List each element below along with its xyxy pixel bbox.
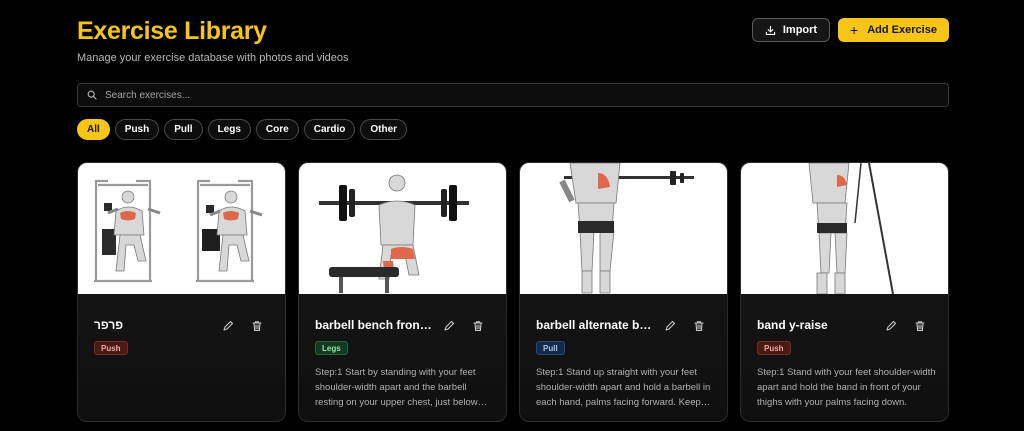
filter-chips: All Push Pull Legs Core Cardio Other [77, 119, 408, 140]
add-exercise-button-label: Add Exercise [867, 24, 937, 36]
filter-chip-pull[interactable]: Pull [164, 119, 203, 140]
filter-chip-push[interactable]: Push [114, 119, 160, 140]
category-tag: Pull [536, 341, 565, 355]
page-subtitle: Manage your exercise database with photo… [77, 52, 349, 64]
import-button-label: Import [782, 24, 818, 36]
edit-icon[interactable] [885, 320, 897, 332]
exercise-image [299, 163, 506, 294]
filter-chip-legs[interactable]: Legs [207, 119, 251, 140]
search-bar [77, 83, 949, 107]
exercise-title: פרפר [94, 318, 124, 332]
trash-icon[interactable] [472, 320, 484, 332]
exercise-description: Step:1 Stand up straight with your feet … [536, 367, 711, 408]
filter-chip-cardio[interactable]: Cardio [303, 119, 356, 140]
band-raise-illustration-icon [808, 163, 894, 294]
exercise-image [520, 163, 727, 294]
page-title: Exercise Library [77, 17, 267, 45]
exercise-card[interactable]: band y-raise Push Step:1 Stand with your… [740, 162, 949, 422]
exercise-title: band y-raise [757, 318, 828, 332]
trash-icon[interactable] [251, 320, 263, 332]
category-tag: Push [757, 341, 791, 355]
barbell-bench-squat-illustration-icon [319, 174, 469, 293]
filter-chip-all[interactable]: All [77, 119, 110, 140]
filter-chip-other[interactable]: Other [360, 119, 408, 140]
exercise-card[interactable]: barbell bench front squat Legs Step:1 St… [298, 162, 507, 422]
category-tag: Push [94, 341, 128, 355]
exercise-title: barbell alternate biceps curl [536, 318, 654, 332]
exercise-image [741, 163, 948, 294]
pec-deck-machine-illustration-icon [94, 179, 263, 283]
download-icon [765, 25, 776, 35]
trash-icon[interactable] [914, 320, 926, 332]
exercise-card[interactable]: barbell alternate biceps curl Pull Step:… [519, 162, 728, 422]
edit-icon[interactable] [222, 320, 234, 332]
category-tag: Legs [315, 341, 348, 355]
exercise-description: Step:1 Stand with your feet shoulder-wid… [757, 367, 936, 408]
edit-icon[interactable] [664, 320, 676, 332]
import-button[interactable]: Import [752, 18, 830, 42]
barbell-curl-illustration-icon [559, 163, 694, 294]
filter-chip-core[interactable]: Core [255, 119, 299, 140]
exercise-image [78, 163, 285, 294]
exercise-card[interactable]: פרפר Push [77, 162, 286, 422]
edit-icon[interactable] [443, 320, 455, 332]
exercise-description: Step:1 Start by standing with your feet … [315, 367, 478, 408]
search-input[interactable] [105, 89, 925, 101]
trash-icon[interactable] [693, 320, 705, 332]
plus-icon: + [850, 22, 859, 38]
exercise-title: barbell bench front squat [315, 318, 433, 332]
add-exercise-button[interactable]: + Add Exercise [838, 18, 949, 42]
search-icon [87, 90, 97, 100]
exercise-card-grid: פרפר Push barbell bench front Legs Step:… [77, 162, 949, 422]
